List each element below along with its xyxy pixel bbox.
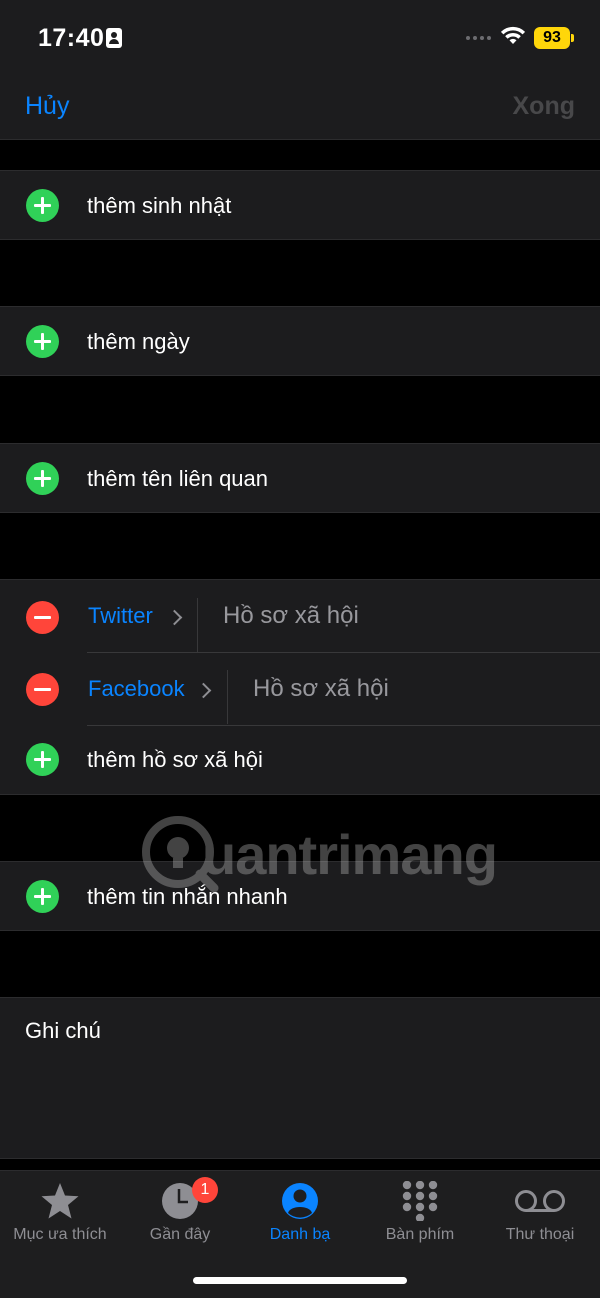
cancel-button[interactable]: Hủy bbox=[25, 92, 69, 121]
nav-bar: Hủy Xong bbox=[0, 76, 600, 140]
add-icon[interactable] bbox=[26, 880, 59, 913]
add-social-profile-label[interactable]: thêm hồ sơ xã hội bbox=[87, 747, 263, 773]
voicemail-icon bbox=[515, 1190, 565, 1212]
add-birthday-row[interactable]: thêm sinh nhật bbox=[0, 170, 600, 240]
tab-label: Gần đây bbox=[149, 1226, 211, 1243]
add-icon[interactable] bbox=[26, 325, 59, 358]
add-related-name-label: thêm tên liên quan bbox=[87, 466, 269, 491]
add-icon[interactable] bbox=[26, 189, 59, 222]
contact-card-icon bbox=[106, 28, 122, 48]
add-date-row[interactable]: thêm ngày bbox=[0, 306, 600, 376]
separator bbox=[227, 670, 228, 724]
tab-recents[interactable]: 1 Gần đây bbox=[120, 1171, 240, 1261]
watermark-text: uantrimang bbox=[202, 823, 498, 886]
tab-label: Bàn phím bbox=[385, 1226, 455, 1243]
tab-label: Mục ưa thích bbox=[13, 1226, 107, 1243]
wifi-icon bbox=[500, 26, 526, 44]
separator bbox=[197, 598, 198, 652]
star-icon bbox=[41, 1183, 79, 1219]
cellular-signal-icon bbox=[466, 36, 492, 42]
notification-badge: 1 bbox=[192, 1177, 218, 1203]
add-related-name-row[interactable]: thêm tên liên quan bbox=[0, 443, 600, 513]
done-button[interactable]: Xong bbox=[513, 92, 576, 121]
battery-indicator: 93 bbox=[534, 27, 574, 49]
remove-icon[interactable] bbox=[26, 601, 59, 634]
keypad-icon bbox=[402, 1181, 438, 1221]
tab-favorites[interactable]: Mục ưa thích bbox=[0, 1171, 120, 1261]
tab-voicemail[interactable]: Thư thoại bbox=[480, 1171, 600, 1261]
service-label-facebook[interactable]: Facebook bbox=[88, 676, 185, 702]
status-time: 17:40 bbox=[38, 24, 105, 52]
tab-keypad[interactable]: Bàn phím bbox=[360, 1171, 480, 1261]
chevron-right-icon bbox=[195, 682, 212, 699]
add-date-label: thêm ngày bbox=[87, 329, 190, 354]
chevron-right-icon bbox=[166, 609, 183, 626]
status-bar: 17:40 93 bbox=[0, 0, 600, 76]
remove-icon[interactable] bbox=[26, 673, 59, 706]
tab-label: Thư thoại bbox=[505, 1226, 575, 1243]
add-icon[interactable] bbox=[26, 743, 59, 776]
add-birthday-label: thêm sinh nhật bbox=[87, 193, 232, 218]
notes-label: Ghi chú bbox=[25, 1018, 101, 1043]
add-icon[interactable] bbox=[26, 462, 59, 495]
service-label-twitter[interactable]: Twitter bbox=[88, 603, 153, 629]
person-icon bbox=[282, 1183, 318, 1219]
social-profiles-section: Twitter Hồ sơ xã hội Facebook Hồ sơ xã h… bbox=[0, 579, 600, 795]
watermark-logo: uantrimang bbox=[140, 812, 500, 894]
divider bbox=[87, 725, 600, 726]
home-indicator bbox=[193, 1277, 407, 1284]
divider bbox=[87, 652, 600, 653]
tab-contacts[interactable]: Danh bạ bbox=[240, 1171, 360, 1261]
social-profile-field[interactable]: Hồ sơ xã hội bbox=[223, 602, 359, 630]
social-profile-field[interactable]: Hồ sơ xã hội bbox=[253, 675, 389, 703]
notes-section[interactable]: Ghi chú bbox=[0, 997, 600, 1159]
tab-label: Danh bạ bbox=[269, 1226, 331, 1243]
